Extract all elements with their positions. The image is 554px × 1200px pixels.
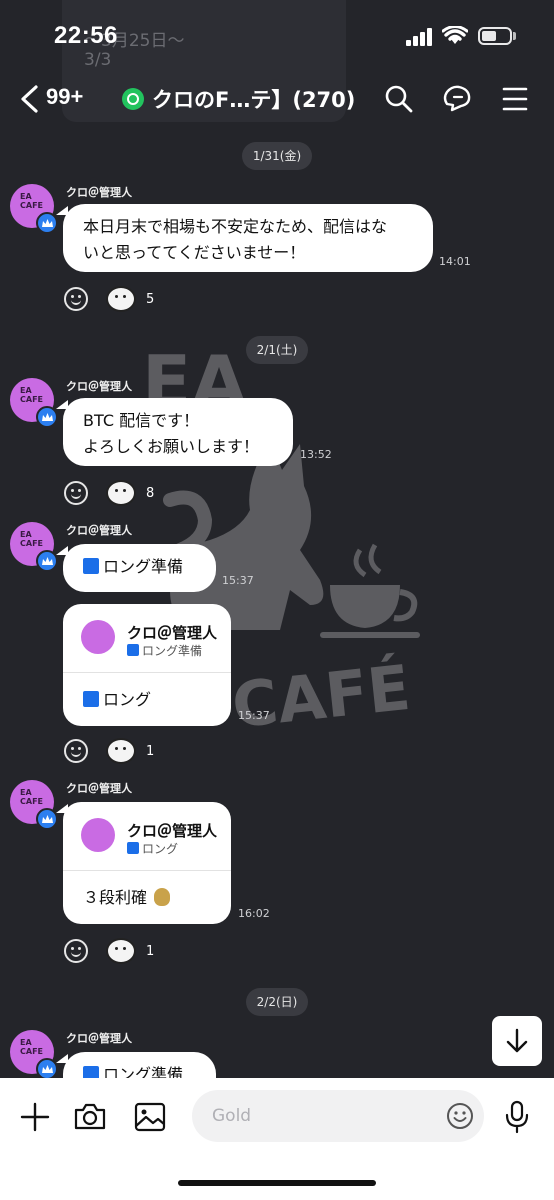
reply-text: ロング [83, 686, 151, 710]
watermark-cafe-text: CAFÉ [228, 650, 414, 743]
search-icon[interactable] [384, 84, 414, 114]
date-separator: 2/1(土) [246, 336, 308, 364]
quoted-text: ロング [127, 840, 178, 857]
sender-name: クロ＠管理人 [66, 782, 132, 795]
admin-crown-icon [36, 550, 58, 572]
blue-square-icon [83, 691, 99, 707]
avatar-logo-text: EA CAFE [20, 1038, 43, 1056]
sender-name: クロ＠管理人 [66, 1032, 132, 1045]
reaction-row[interactable]: 1 [64, 738, 154, 764]
admin-crown-icon [36, 1058, 58, 1080]
quoted-avatar [81, 818, 115, 852]
sender-name: クロ＠管理人 [66, 524, 132, 537]
preview-line-2: 3/3 [84, 50, 112, 70]
avatar-logo-text: EA CAFE [20, 192, 43, 210]
scroll-to-bottom-button[interactable] [492, 1016, 542, 1066]
message-bubble[interactable]: ロング準備 [63, 544, 216, 592]
admin-crown-icon [36, 808, 58, 830]
message-text-line-2: よろしくお願いします！ [83, 437, 260, 456]
camera-icon[interactable] [74, 1102, 106, 1130]
reply-text-value: ３段利確 [83, 888, 148, 907]
reply-divider [63, 870, 231, 871]
battery-icon [478, 27, 512, 45]
avatar-logo-text: EA CAFE [20, 530, 43, 548]
message-text: ロング準備 [103, 557, 184, 576]
add-reaction-icon[interactable] [64, 287, 88, 311]
avatar-logo-text: EA CAFE [20, 386, 43, 404]
sender-name: クロ＠管理人 [66, 380, 132, 393]
thumbs-up-sticker-icon [106, 738, 136, 764]
reply-bubble[interactable]: クロ＠管理人 ロング準備 ロング [63, 604, 231, 726]
add-reaction-icon[interactable] [64, 739, 88, 763]
admin-crown-icon [36, 406, 58, 428]
message-bubble[interactable]: BTC 配信です！ よろしくお願いします！ [63, 398, 293, 466]
message-text-line-1: 本日月末で相場も不安定なため、配信はな [83, 217, 388, 236]
sender-name: クロ＠管理人 [66, 186, 132, 199]
money-bag-icon [154, 888, 171, 906]
menu-icon[interactable] [502, 86, 528, 112]
thumbs-up-sticker-icon [106, 938, 136, 964]
avatar[interactable]: EA CAFE [10, 780, 58, 830]
date-separator: 1/31(金) [242, 142, 312, 170]
add-reaction-icon[interactable] [64, 939, 88, 963]
emoji-icon[interactable] [446, 1102, 474, 1130]
avatar[interactable]: EA CAFE [10, 378, 58, 428]
date-separator: 2/2(日) [246, 988, 308, 1016]
openchat-badge-icon [122, 88, 144, 110]
message-time: 15:37 [222, 574, 254, 587]
avatar-logo-text: EA CAFE [20, 788, 43, 806]
home-indicator [178, 1180, 376, 1186]
unread-count[interactable]: 99+ [46, 84, 83, 110]
reaction-row[interactable]: 8 [64, 480, 154, 506]
back-chevron-icon[interactable] [18, 84, 40, 114]
message-time: 13:52 [300, 448, 332, 461]
image-gallery-icon[interactable] [134, 1102, 166, 1132]
reply-text: ３段利確 [83, 884, 171, 908]
quoted-text-value: ロング準備 [142, 644, 203, 658]
quoted-sender: クロ＠管理人 [127, 624, 218, 642]
admin-crown-icon [36, 212, 58, 234]
reaction-count: 8 [146, 485, 155, 501]
avatar[interactable]: EA CAFE [10, 184, 58, 234]
avatar[interactable]: EA CAFE [10, 1030, 58, 1080]
thumbs-up-sticker-icon [106, 286, 136, 312]
message-text-line-2: いと思っててくださいませー！ [83, 243, 306, 262]
wifi-icon [442, 26, 468, 44]
chat-title[interactable]: クロのF…テ】(270) [152, 84, 355, 114]
message-time: 14:01 [439, 255, 471, 268]
arrow-down-icon [506, 1028, 528, 1053]
message-input-placeholder: Gold [212, 1106, 252, 1126]
reaction-count: 1 [146, 943, 155, 959]
add-reaction-icon[interactable] [64, 481, 88, 505]
message-time: 16:02 [238, 907, 270, 920]
reaction-count: 5 [146, 291, 155, 307]
message-text-line-1: BTC 配信です！ [83, 411, 200, 430]
message-bubble[interactable]: 本日月末で相場も不安定なため、配信はな いと思っててくださいませー！ [63, 204, 433, 272]
avatar[interactable]: EA CAFE [10, 522, 58, 572]
reaction-row[interactable]: 1 [64, 938, 154, 964]
thread-chat-icon[interactable] [442, 84, 474, 114]
reaction-count: 1 [146, 743, 155, 759]
quoted-avatar [81, 620, 115, 654]
blue-square-icon [83, 558, 99, 574]
cellular-signal-icon [406, 28, 432, 46]
quoted-text-value: ロング [142, 842, 179, 856]
reply-bubble[interactable]: クロ＠管理人 ロング ３段利確 [63, 802, 231, 924]
microphone-icon[interactable] [504, 1100, 530, 1134]
reply-divider [63, 672, 231, 673]
reaction-row[interactable]: 5 [64, 286, 154, 312]
plus-icon[interactable] [20, 1102, 50, 1132]
coffee-cup-icon [320, 543, 420, 638]
blue-square-icon [127, 842, 139, 854]
message-time: 15:37 [238, 709, 270, 722]
battery-tip [513, 32, 516, 40]
thumbs-up-sticker-icon [106, 480, 136, 506]
quoted-text: ロング準備 [127, 642, 202, 659]
reply-text-value: ロング [103, 690, 152, 709]
status-time: 22:56 [54, 22, 118, 49]
blue-square-icon [127, 644, 139, 656]
quoted-sender: クロ＠管理人 [127, 822, 218, 840]
